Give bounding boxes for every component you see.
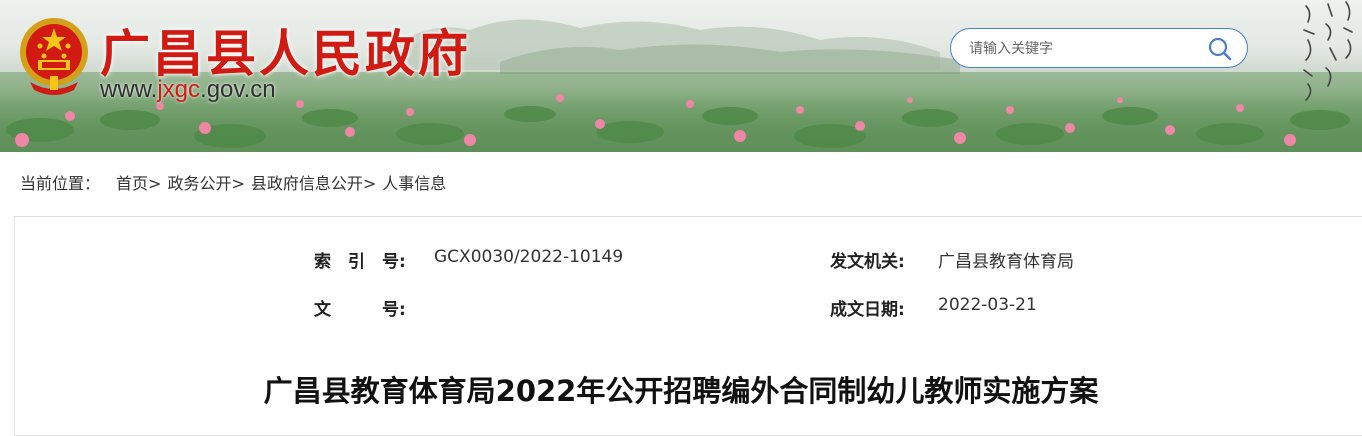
site-url-suffix: .gov.cn	[200, 76, 276, 103]
issuer-value: 广昌县教育体育局	[938, 252, 1074, 272]
document-title: 广昌县教育体育局2022年公开招聘编外合同制幼儿教师实施方案	[263, 374, 1099, 408]
search-box	[950, 28, 1248, 68]
site-url-prefix: www.	[100, 76, 158, 103]
index-label: 索 引 号:	[314, 252, 406, 272]
calligraphy-decoration	[1303, 1, 1353, 101]
breadcrumb-link-gov-affairs[interactable]: 政务公开>	[167, 174, 244, 193]
breadcrumb-link-home[interactable]: 首页>	[116, 174, 161, 193]
search-input[interactable]	[967, 37, 1191, 61]
issuer-label: 发文机关:	[830, 252, 905, 272]
national-emblem-icon	[20, 18, 88, 95]
site-url-highlight: jxgc	[157, 76, 201, 103]
date-label: 成文日期:	[830, 300, 905, 320]
date-value: 2022-03-21	[938, 295, 1037, 315]
docno-label: 文 号:	[314, 300, 406, 320]
breadcrumb: 当前位置： 首页> 政务公开> 县政府信息公开> 人事信息	[20, 170, 446, 194]
header-banner: 广昌县人民政府 www.jxgc.gov.cn	[0, 0, 1362, 152]
search-icon[interactable]	[1207, 36, 1233, 62]
index-value: GCX0030/2022-10149	[434, 247, 624, 267]
breadcrumb-link-personnel[interactable]: 人事信息	[382, 174, 446, 193]
breadcrumb-prefix: 当前位置：	[20, 174, 101, 193]
breadcrumb-link-gov-info[interactable]: 县政府信息公开>	[251, 174, 376, 193]
site-url: www.jxgc.gov.cn	[100, 76, 276, 104]
